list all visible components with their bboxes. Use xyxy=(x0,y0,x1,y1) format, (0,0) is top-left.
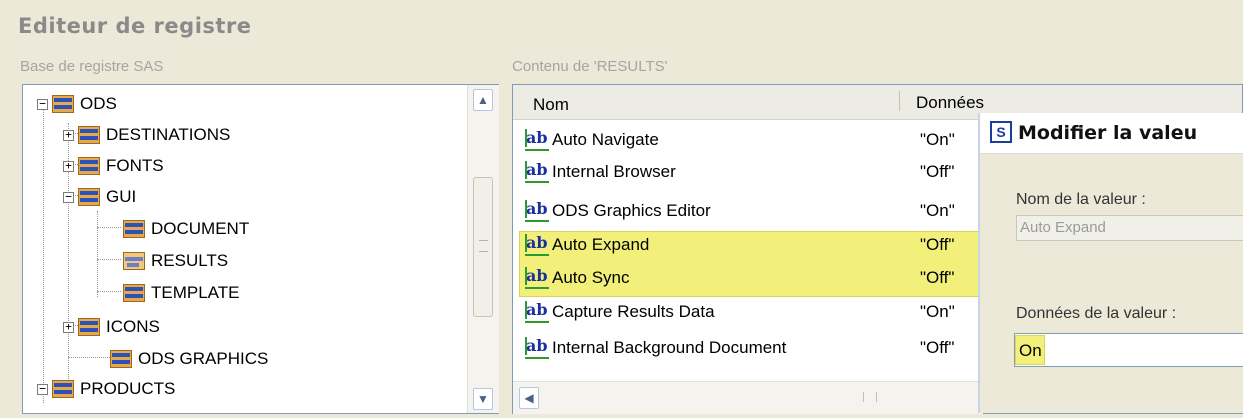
tree-vertical-scrollbar[interactable]: ▲ ▼ xyxy=(467,85,499,413)
sas-app-icon: S xyxy=(990,121,1012,143)
registry-key-icon xyxy=(78,126,100,144)
tree-node-label: DESTINATIONS xyxy=(106,125,231,144)
scroll-thumb[interactable] xyxy=(473,177,493,317)
tree-node-icons[interactable]: + ICONS xyxy=(63,314,160,340)
column-header-data[interactable]: Données xyxy=(916,93,984,113)
tree-node-template[interactable]: TEMPLATE xyxy=(123,280,239,306)
collapse-icon[interactable]: − xyxy=(37,98,48,110)
list-item[interactable]: ab ODS Graphics Editor "On" xyxy=(525,196,955,226)
collapse-icon[interactable]: − xyxy=(37,383,48,395)
value-name-field: Auto Expand xyxy=(1016,215,1243,241)
registry-key-icon xyxy=(52,380,74,398)
contents-label: Contenu de 'RESULTS' xyxy=(512,58,668,75)
string-value-icon: ab xyxy=(525,336,549,359)
value-data: "On" xyxy=(920,201,955,220)
tree-node-products[interactable]: − PRODUCTS xyxy=(37,376,175,402)
string-value-icon: ab xyxy=(525,128,549,151)
scroll-left-button[interactable]: ◀ xyxy=(519,387,539,409)
dialog-title: Modifier la valeu xyxy=(1018,122,1198,144)
expand-icon[interactable]: + xyxy=(63,129,74,141)
value-data: "On" xyxy=(920,130,955,149)
tree-node-results[interactable]: RESULTS xyxy=(123,248,228,274)
window-title: Editeur de registre xyxy=(18,14,252,38)
registry-key-icon xyxy=(78,318,100,336)
string-value-icon: ab xyxy=(525,300,549,323)
value-name: Auto Expand xyxy=(552,235,650,254)
value-name-label: Nom de la valeur : xyxy=(1016,191,1146,208)
list-horizontal-scrollbar[interactable]: ◀ xyxy=(513,381,983,414)
scroll-up-button[interactable]: ▲ xyxy=(473,89,493,111)
string-value-icon: ab xyxy=(525,199,549,222)
value-name: Auto Navigate xyxy=(552,130,659,149)
tree-node-document[interactable]: DOCUMENT xyxy=(123,216,249,242)
value-name: Auto Sync xyxy=(552,268,630,287)
list-item[interactable]: ab Auto Sync "Off" xyxy=(525,263,954,293)
scroll-grip xyxy=(863,392,877,402)
expand-icon[interactable]: + xyxy=(63,160,74,172)
tree-node-gui[interactable]: − GUI xyxy=(63,184,136,210)
value-data-text: On xyxy=(1019,341,1042,360)
list-item[interactable]: ab Capture Results Data "On" xyxy=(525,297,955,327)
value-name: Internal Background Document xyxy=(552,338,787,357)
value-name-text: Auto Expand xyxy=(1020,219,1106,236)
column-header-name[interactable]: Nom xyxy=(533,95,569,115)
registry-key-icon xyxy=(123,284,145,302)
registry-tree[interactable]: − ODS + DESTINATIONS + FONTS − GUI DOCUM… xyxy=(22,84,499,414)
tree-node-label: RESULTS xyxy=(151,251,229,270)
list-item[interactable]: ab Internal Browser "Off" xyxy=(525,157,954,187)
registry-key-icon xyxy=(110,350,132,368)
registry-tree-label: Base de registre SAS xyxy=(20,58,164,75)
list-item[interactable]: ab Internal Background Document "Off" xyxy=(525,333,954,363)
open-registry-key-icon xyxy=(123,252,145,270)
string-value-icon: ab xyxy=(525,233,549,256)
tree-node-ods[interactable]: − ODS xyxy=(37,91,117,117)
tree-node-ods-graphics[interactable]: ODS GRAPHICS xyxy=(110,346,268,372)
registry-key-icon xyxy=(52,95,74,113)
tree-node-fonts[interactable]: + FONTS xyxy=(63,153,164,179)
tree-node-label: ODS xyxy=(80,94,117,113)
values-list[interactable]: Nom Données ab Auto Navigate "On" ab Int… xyxy=(512,84,1243,414)
value-name: Capture Results Data xyxy=(552,302,715,321)
edit-value-dialog: S Modifier la valeu Nom de la valeur : A… xyxy=(978,113,1243,413)
value-data-label: Données de la valeur : xyxy=(1016,305,1177,322)
tree-node-label: GUI xyxy=(106,187,137,206)
registry-key-icon xyxy=(78,157,100,175)
value-data-input[interactable]: On xyxy=(1014,333,1243,367)
list-item[interactable]: ab Auto Navigate "On" xyxy=(525,125,955,155)
value-name: ODS Graphics Editor xyxy=(552,201,711,220)
registry-key-icon xyxy=(123,220,145,238)
value-data: "On" xyxy=(920,302,955,321)
value-data: "Off" xyxy=(920,162,955,181)
value-name: Internal Browser xyxy=(552,162,676,181)
expand-icon[interactable]: + xyxy=(63,321,74,333)
list-item[interactable]: ab Auto Expand "Off" xyxy=(525,230,954,260)
string-value-icon: ab xyxy=(525,160,549,183)
tree-node-label: PRODUCTS xyxy=(80,379,176,398)
tree-node-label: FONTS xyxy=(106,156,164,175)
tree-node-label: TEMPLATE xyxy=(151,283,240,302)
collapse-icon[interactable]: − xyxy=(63,191,74,203)
registry-key-icon xyxy=(78,188,100,206)
tree-node-label: DOCUMENT xyxy=(151,219,250,238)
tree-node-destinations[interactable]: + DESTINATIONS xyxy=(63,122,230,148)
tree-node-label: ICONS xyxy=(106,317,160,336)
dialog-titlebar: S Modifier la valeu xyxy=(980,113,1243,154)
value-data: "Off" xyxy=(920,338,955,357)
string-value-icon: ab xyxy=(525,266,549,289)
scroll-down-button[interactable]: ▼ xyxy=(473,388,493,410)
tree-node-label: ODS GRAPHICS xyxy=(138,349,269,368)
value-data: "Off" xyxy=(920,235,955,254)
value-data: "Off" xyxy=(920,268,955,287)
